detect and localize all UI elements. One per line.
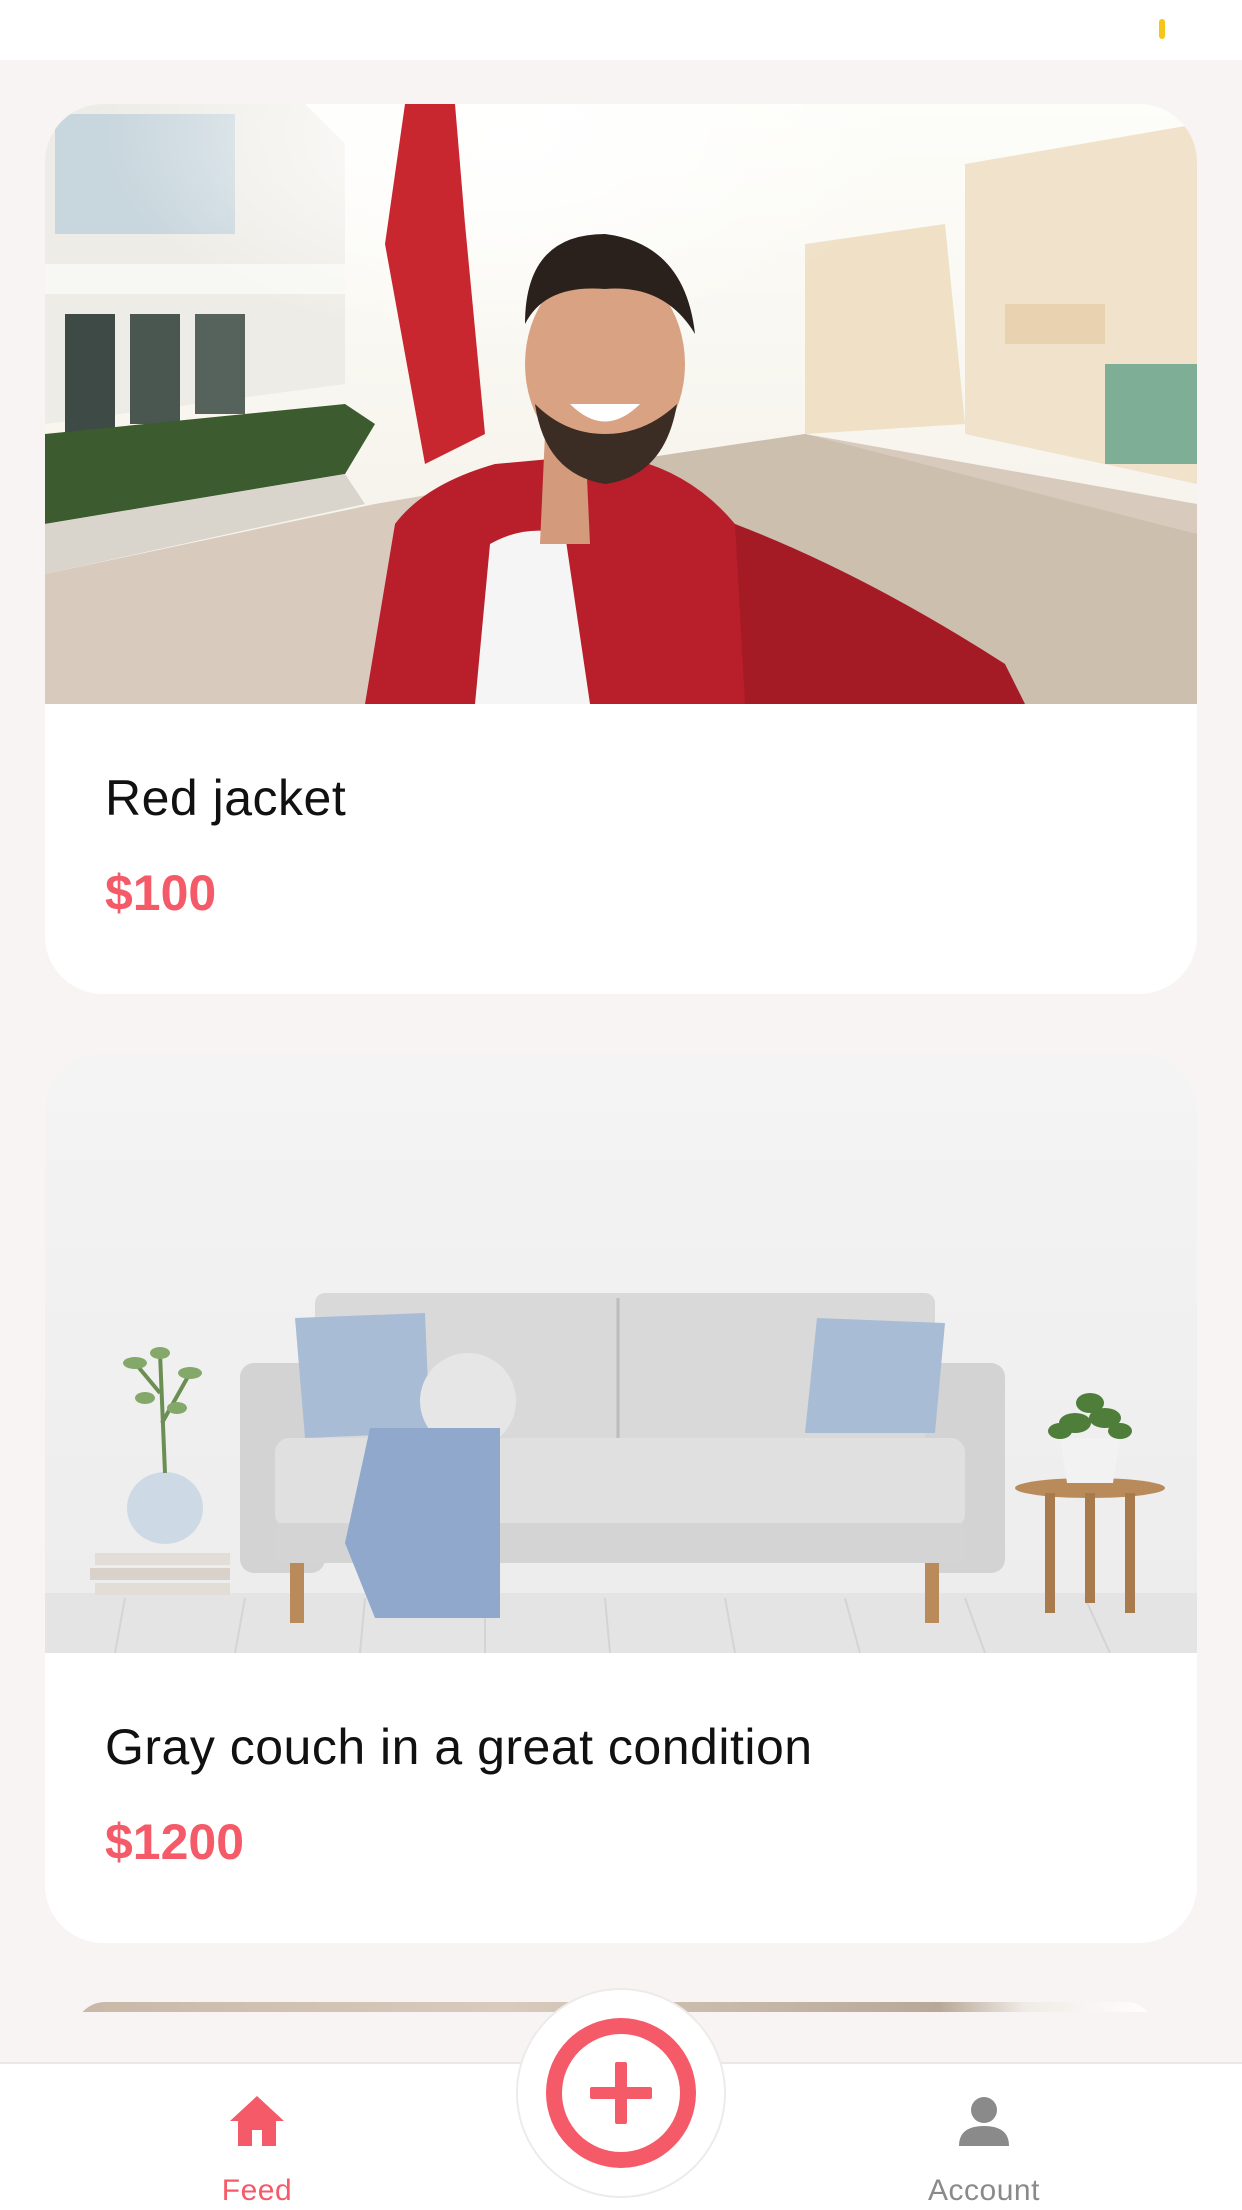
tab-account[interactable]: Account	[834, 2064, 1134, 2210]
listing-image	[45, 1053, 1197, 1653]
listing-image	[45, 104, 1197, 704]
tab-label: Feed	[221, 2174, 293, 2207]
home-icon	[230, 2096, 284, 2146]
listing-card[interactable]: Red jacket $100	[45, 104, 1197, 994]
feed-list[interactable]: Red jacket $100 Gray couch in a great co…	[0, 60, 1242, 2012]
tab-label: Account	[928, 2174, 1040, 2207]
add-listing-button[interactable]	[546, 2018, 696, 2168]
person-icon	[959, 2097, 1009, 2146]
plus-icon-stroke	[615, 2062, 627, 2124]
listing-card[interactable]: Gray couch in a great condition $1200	[45, 1053, 1197, 1943]
listing-price: $100	[105, 865, 217, 921]
add-button-inner	[562, 2034, 680, 2152]
listing-title: Gray couch in a great condition	[105, 1719, 813, 1775]
status-bar	[0, 0, 1242, 60]
tab-feed[interactable]: Feed	[107, 2064, 407, 2210]
listing-price: $1200	[105, 1814, 245, 1870]
battery-icon	[1159, 19, 1165, 39]
listing-title: Red jacket	[105, 770, 347, 826]
